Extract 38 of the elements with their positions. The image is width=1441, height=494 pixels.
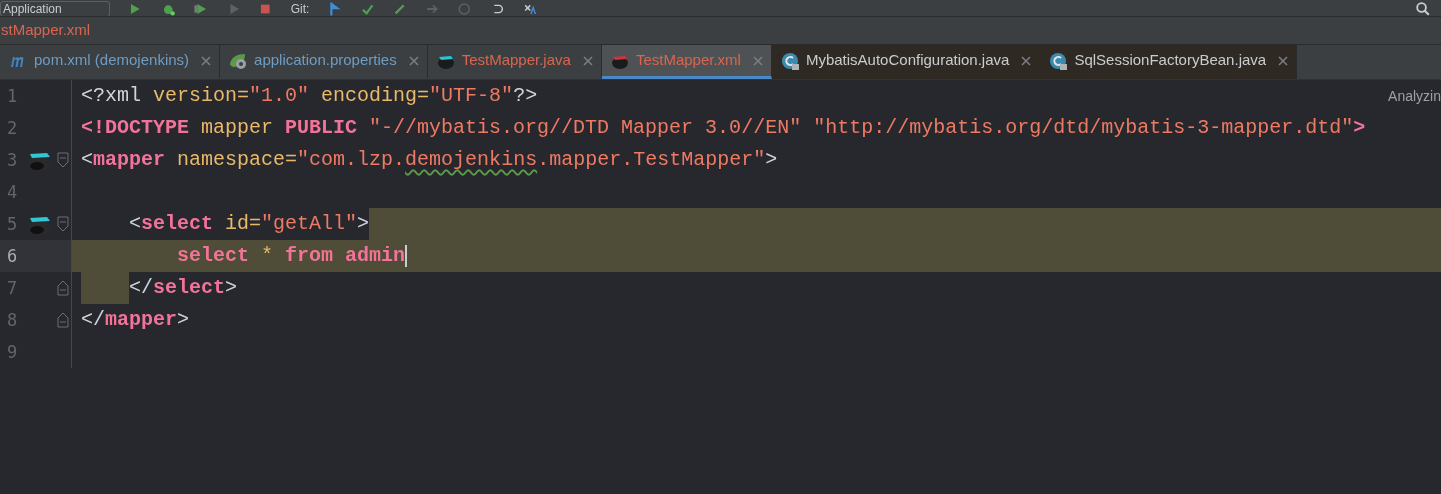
text-caret [405, 245, 408, 267]
fold-end-icon[interactable] [57, 312, 70, 328]
breadcrumb-item[interactable]: stMapper.xml [1, 19, 91, 42]
line-number: 9 [6, 341, 19, 364]
search-icon[interactable] [1415, 0, 1431, 16]
fold-start-icon[interactable] [57, 216, 70, 232]
code-line: <mapper namespace="com.lzp.demojenkins.mapper.TestMapper"> [81, 147, 778, 173]
line-number: 6 [6, 245, 19, 268]
close-icon [1019, 53, 1034, 68]
close-icon [406, 53, 421, 68]
file-tab[interactable]: MybatisAutoConfiguration.java [771, 45, 1041, 79]
code-line: select * from admin [176, 243, 408, 269]
close-icon [580, 53, 595, 68]
code-line: <select id="getAll"> [128, 211, 370, 237]
line-number: 4 [6, 181, 19, 204]
line-number: 3 [6, 149, 19, 172]
line-number: 2 [6, 117, 19, 140]
file-tab[interactable]: TestMapper.xml [601, 45, 772, 79]
code-line: <!DOCTYPE mapper PUBLIC "-//mybatis.org//DTD Mapper 3.0//EN" "http://mybatis.org/dtd/mybatis-3-mapper.dtd"> [81, 115, 1366, 141]
close-icon [1276, 53, 1291, 68]
file-tab[interactable]: SqlSessionFactoryBean.java [1040, 45, 1298, 79]
run-configuration-dropdown[interactable]: Application [0, 0, 110, 16]
line-number: 1 [6, 85, 19, 108]
line-number: 7 [6, 277, 19, 300]
code-line: </select> [81, 272, 238, 304]
line-number: 8 [6, 309, 19, 332]
code-line: <?xml version="1.0" encoding="UTF-8"?> [81, 83, 538, 109]
git-label: Git: [290, 1, 310, 16]
line-number: 5 [6, 213, 19, 236]
class-icon [779, 50, 800, 71]
close-icon [750, 53, 765, 68]
class-icon [1048, 50, 1069, 71]
fold-end-icon[interactable] [57, 280, 70, 296]
close-icon [199, 53, 214, 68]
code-line: </mapper> [81, 307, 190, 333]
fold-start-icon[interactable] [57, 152, 70, 168]
analyzing-status: Analyzin [1388, 87, 1441, 106]
update-icon[interactable] [327, 0, 342, 16]
